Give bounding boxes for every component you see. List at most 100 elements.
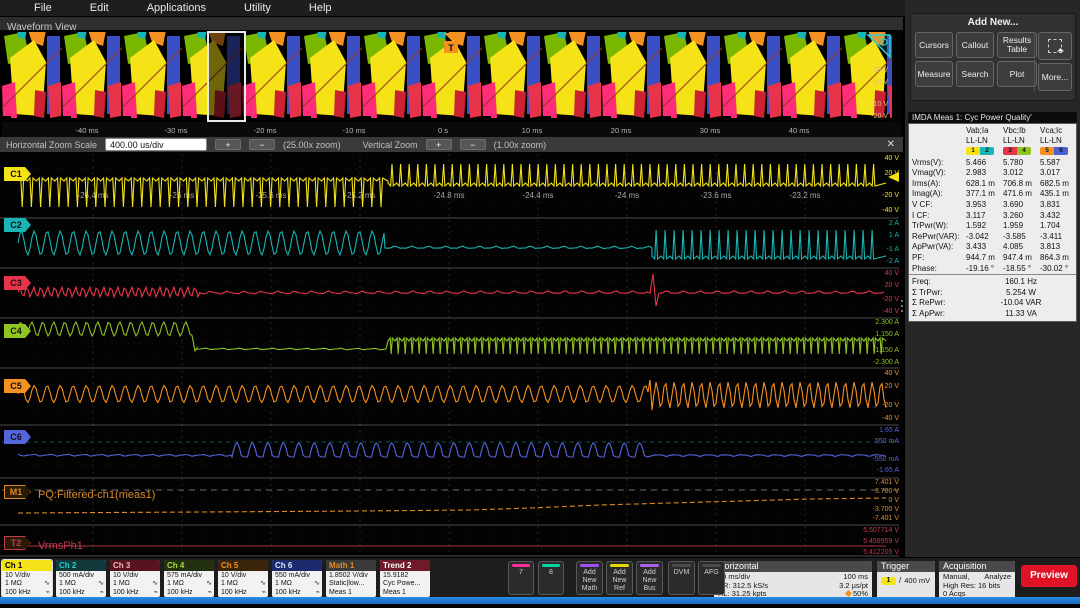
menu-applications[interactable]: Applications <box>147 2 206 14</box>
badge-body: 1.8502 V/divStatic|low...Meas 1 <box>326 571 376 597</box>
badge-math1[interactable]: Math 11.8502 V/divStatic|low...Meas 1 <box>326 560 376 597</box>
add-new-measure-button[interactable]: Measure <box>915 61 953 87</box>
badge-ch3[interactable]: Ch 310 V/div1 MΩ∿100 kHz⌁ <box>110 560 160 597</box>
add-new-results-table-button[interactable]: Results Table <box>997 32 1037 58</box>
h-zoom-plus-button[interactable]: + <box>215 139 241 150</box>
scale-label-c5: 20 V <box>885 383 900 390</box>
scale-label-c2: 1 A <box>889 232 899 239</box>
badge-line: 1 MΩ∿ <box>275 580 320 588</box>
scale-label-t2: 5.459959 V <box>863 538 899 545</box>
more-button[interactable]: More... <box>1038 63 1072 91</box>
overview-scale-label: -10 V <box>871 101 888 108</box>
zone-trigger-button[interactable] <box>1038 32 1072 60</box>
trace-label-m1: PQ:Filtered-ch1(meas1) <box>38 489 155 501</box>
button-add-new-ref[interactable]: Add New Ref <box>606 561 633 595</box>
v-zoom-plus-button[interactable]: + <box>426 139 452 150</box>
button-add-new-bus[interactable]: Add New Bus <box>636 561 663 595</box>
scale-label-c6: 550 mA <box>875 438 899 445</box>
badge-ch2[interactable]: Ch 2500 mA/div1 MΩ∿100 kHz⌁ <box>56 560 106 597</box>
panel-splitter-handle[interactable] <box>900 300 904 326</box>
button-label: 8 <box>539 569 563 577</box>
scale-label-c3: 40 V <box>885 270 900 277</box>
badge-line: Meas 1 <box>383 589 428 597</box>
overview-zoom-box[interactable] <box>208 32 245 121</box>
measurement-value: 1.959 <box>1003 221 1040 230</box>
add-new-search-button[interactable]: Search <box>956 61 994 87</box>
measurement-value: -3.042 <box>966 232 1003 241</box>
badge-line: 100 kHz⌁ <box>59 589 104 597</box>
badge-line: 1 MΩ∿ <box>113 580 158 588</box>
measurement-value: -19.16 ° <box>966 264 1003 273</box>
badge-ch6[interactable]: Ch 6550 mA/div1 MΩ∿100 kHz⌁ <box>272 560 322 597</box>
button-label: Add New Ref <box>607 569 632 593</box>
add-new-callout-button[interactable]: Callout <box>956 32 994 58</box>
button-add-new-math[interactable]: Add New Math <box>576 561 603 595</box>
button-label: Add New Bus <box>637 569 662 593</box>
measurement-label: Vmag(V): <box>909 168 966 177</box>
scale-label-c2: -2 A <box>887 258 900 265</box>
badge-body: 550 mA/div1 MΩ∿100 kHz⌁ <box>272 571 322 597</box>
preview-button[interactable]: Preview <box>1021 565 1077 587</box>
badge-ch5[interactable]: Ch 510 V/div1 MΩ∿100 kHz⌁ <box>218 560 268 597</box>
badge-line: Meas 1 <box>329 589 374 597</box>
scale-label-c1: 20 V <box>885 170 900 177</box>
source-pair-badge: 12 <box>966 147 1003 155</box>
results-col-header: Vbc;Ib <box>1003 126 1040 135</box>
badge-line: 1 MΩ∿ <box>5 580 50 588</box>
button-label: DVM <box>669 569 694 577</box>
horizontal-panel[interactable]: Horizontal 10 ms/div100 msSR: 312.5 kS/s… <box>714 561 872 600</box>
measurement-value: 435.1 m <box>1040 189 1076 198</box>
scale-label-c4: -2.300 A <box>873 359 899 366</box>
zoomed-waveform-view[interactable]: -26.4 ms-26 ms-25.6 ms-25.2 ms-24.8 ms-2… <box>0 152 903 557</box>
scale-label-c2: 2 A <box>889 220 899 227</box>
coupling-icon: ∿ <box>44 580 50 588</box>
button-7[interactable]: 7 <box>508 561 534 595</box>
scale-label-c2: -1 A <box>887 246 900 253</box>
menu-edit[interactable]: Edit <box>90 2 109 14</box>
menu-utility[interactable]: Utility <box>244 2 271 14</box>
waveform-overview[interactable]: -40 ms-30 ms-20 ms-10 ms0 s10 ms20 ms30 … <box>2 30 901 137</box>
add-new-cursors-button[interactable]: Cursors <box>915 32 953 58</box>
oscilloscope-screen: FileEditApplicationsUtilityHelp Waveform… <box>0 0 1080 608</box>
overview-time-label: 30 ms <box>700 126 721 135</box>
coupling-icon: ∿ <box>314 580 320 588</box>
measurement-value: 3.012 <box>1003 168 1040 177</box>
coupling-icon: ∿ <box>206 580 212 588</box>
badge-ch1[interactable]: Ch 110 V/div1 MΩ∿100 kHz⌁ <box>2 560 52 597</box>
badge-trend2[interactable]: Trend 215.9182Cyc Powe...Meas 1 <box>380 560 430 597</box>
button-color-stripe <box>640 564 659 567</box>
results-table-header[interactable]: IMDA Meas 1: Cyc Power Quality' <box>908 112 1077 123</box>
measurement-label: I CF: <box>909 211 966 220</box>
scale-label-c1: -40 V <box>882 207 899 214</box>
badge-line: 1 MΩ∿ <box>221 580 266 588</box>
trigger-panel[interactable]: Trigger 1 / 400 mV <box>877 561 935 600</box>
h-zoom-minus-button[interactable]: − <box>249 139 275 150</box>
summary-value: 160.1 Hz <box>966 277 1076 286</box>
measurement-value: -30.02 ° <box>1040 264 1076 273</box>
measurement-value: 706.8 m <box>1003 179 1040 188</box>
badge-line: 10 V/div <box>5 572 50 580</box>
acquisition-panel[interactable]: Acquisition Manual,Analyze High Res: 16 … <box>939 561 1015 600</box>
badge-ch4[interactable]: Ch 4575 mA/div1 MΩ∿100 kHz⌁ <box>164 560 214 597</box>
button-label: AFG <box>699 569 724 577</box>
button-dvm[interactable]: DVM <box>668 561 695 595</box>
menu-file[interactable]: File <box>34 2 52 14</box>
button-8[interactable]: 8 <box>538 561 564 595</box>
overview-waveform-svg: -40 ms-30 ms-20 ms-10 ms0 s10 ms20 ms30 … <box>2 30 901 137</box>
v-zoom-minus-button[interactable]: − <box>460 139 486 150</box>
overview-time-label: -30 ms <box>165 126 188 135</box>
menu-help[interactable]: Help <box>309 2 332 14</box>
add-new-plot-button[interactable]: Plot <box>997 61 1037 87</box>
button-color-stripe <box>512 564 530 567</box>
bottom-accent-strip <box>0 597 1080 604</box>
button-afg[interactable]: AFG <box>698 561 725 595</box>
measurement-value: 947.4 m <box>1003 253 1040 262</box>
h-zoom-scale-input[interactable] <box>105 138 207 151</box>
badge-line: 100 kHz⌁ <box>113 589 158 597</box>
zoom-close-icon[interactable]: ✕ <box>887 139 895 150</box>
badge-header: Trend 2 <box>380 560 430 571</box>
badge-line: 100 kHz⌁ <box>5 589 50 597</box>
trace-label-t2: VrmsPh1 <box>38 540 83 552</box>
measurement-value: 864.3 m <box>1040 253 1076 262</box>
button-label: 7 <box>509 569 533 577</box>
